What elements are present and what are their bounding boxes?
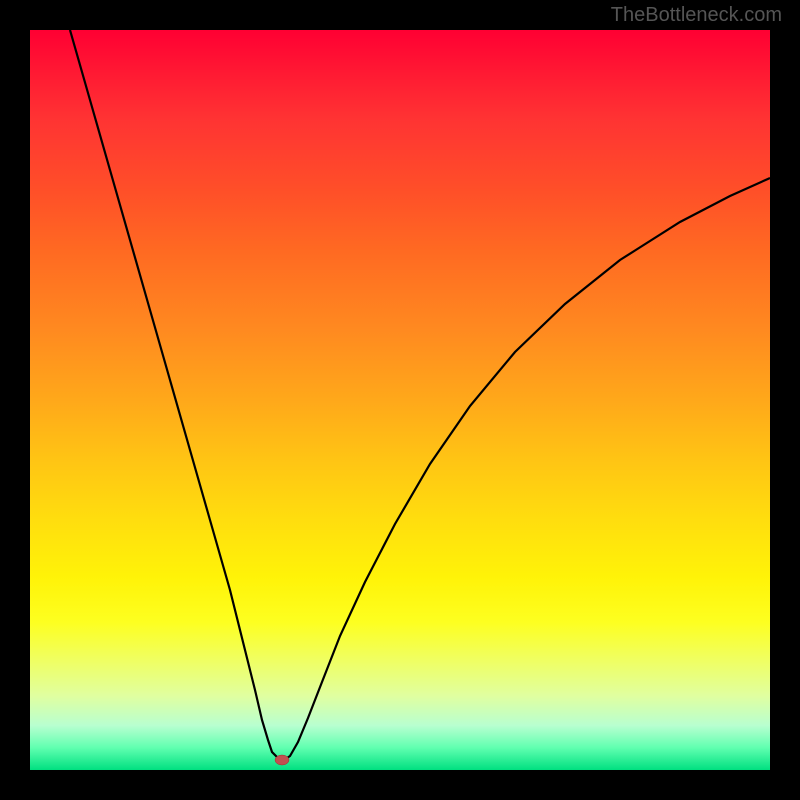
optimal-point-marker	[275, 755, 289, 765]
chart-svg	[30, 30, 770, 770]
bottleneck-curve	[70, 30, 770, 760]
plot-area	[30, 30, 770, 770]
watermark-text: TheBottleneck.com	[611, 4, 782, 27]
